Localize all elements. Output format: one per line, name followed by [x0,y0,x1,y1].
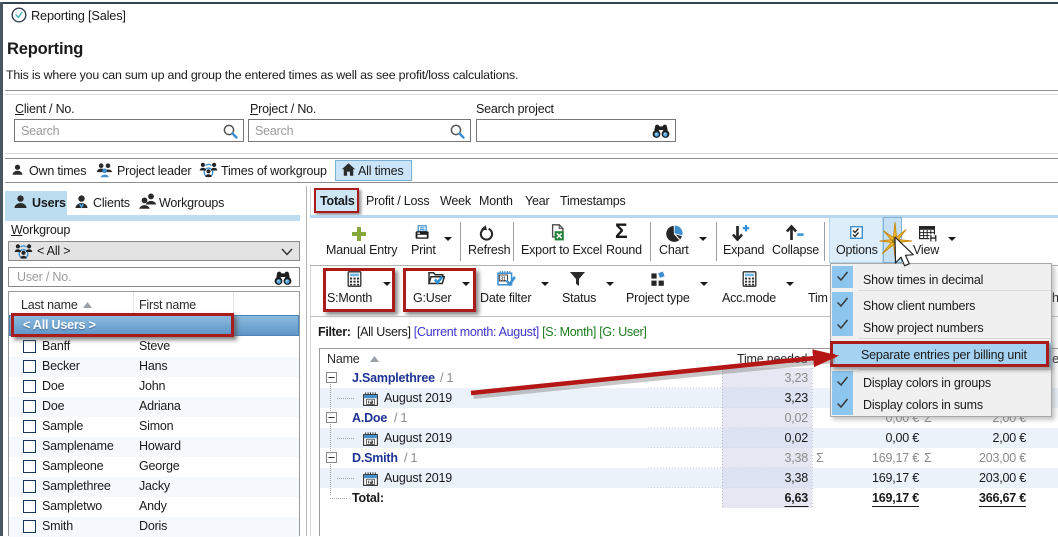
svg-text:31: 31 [500,276,506,282]
